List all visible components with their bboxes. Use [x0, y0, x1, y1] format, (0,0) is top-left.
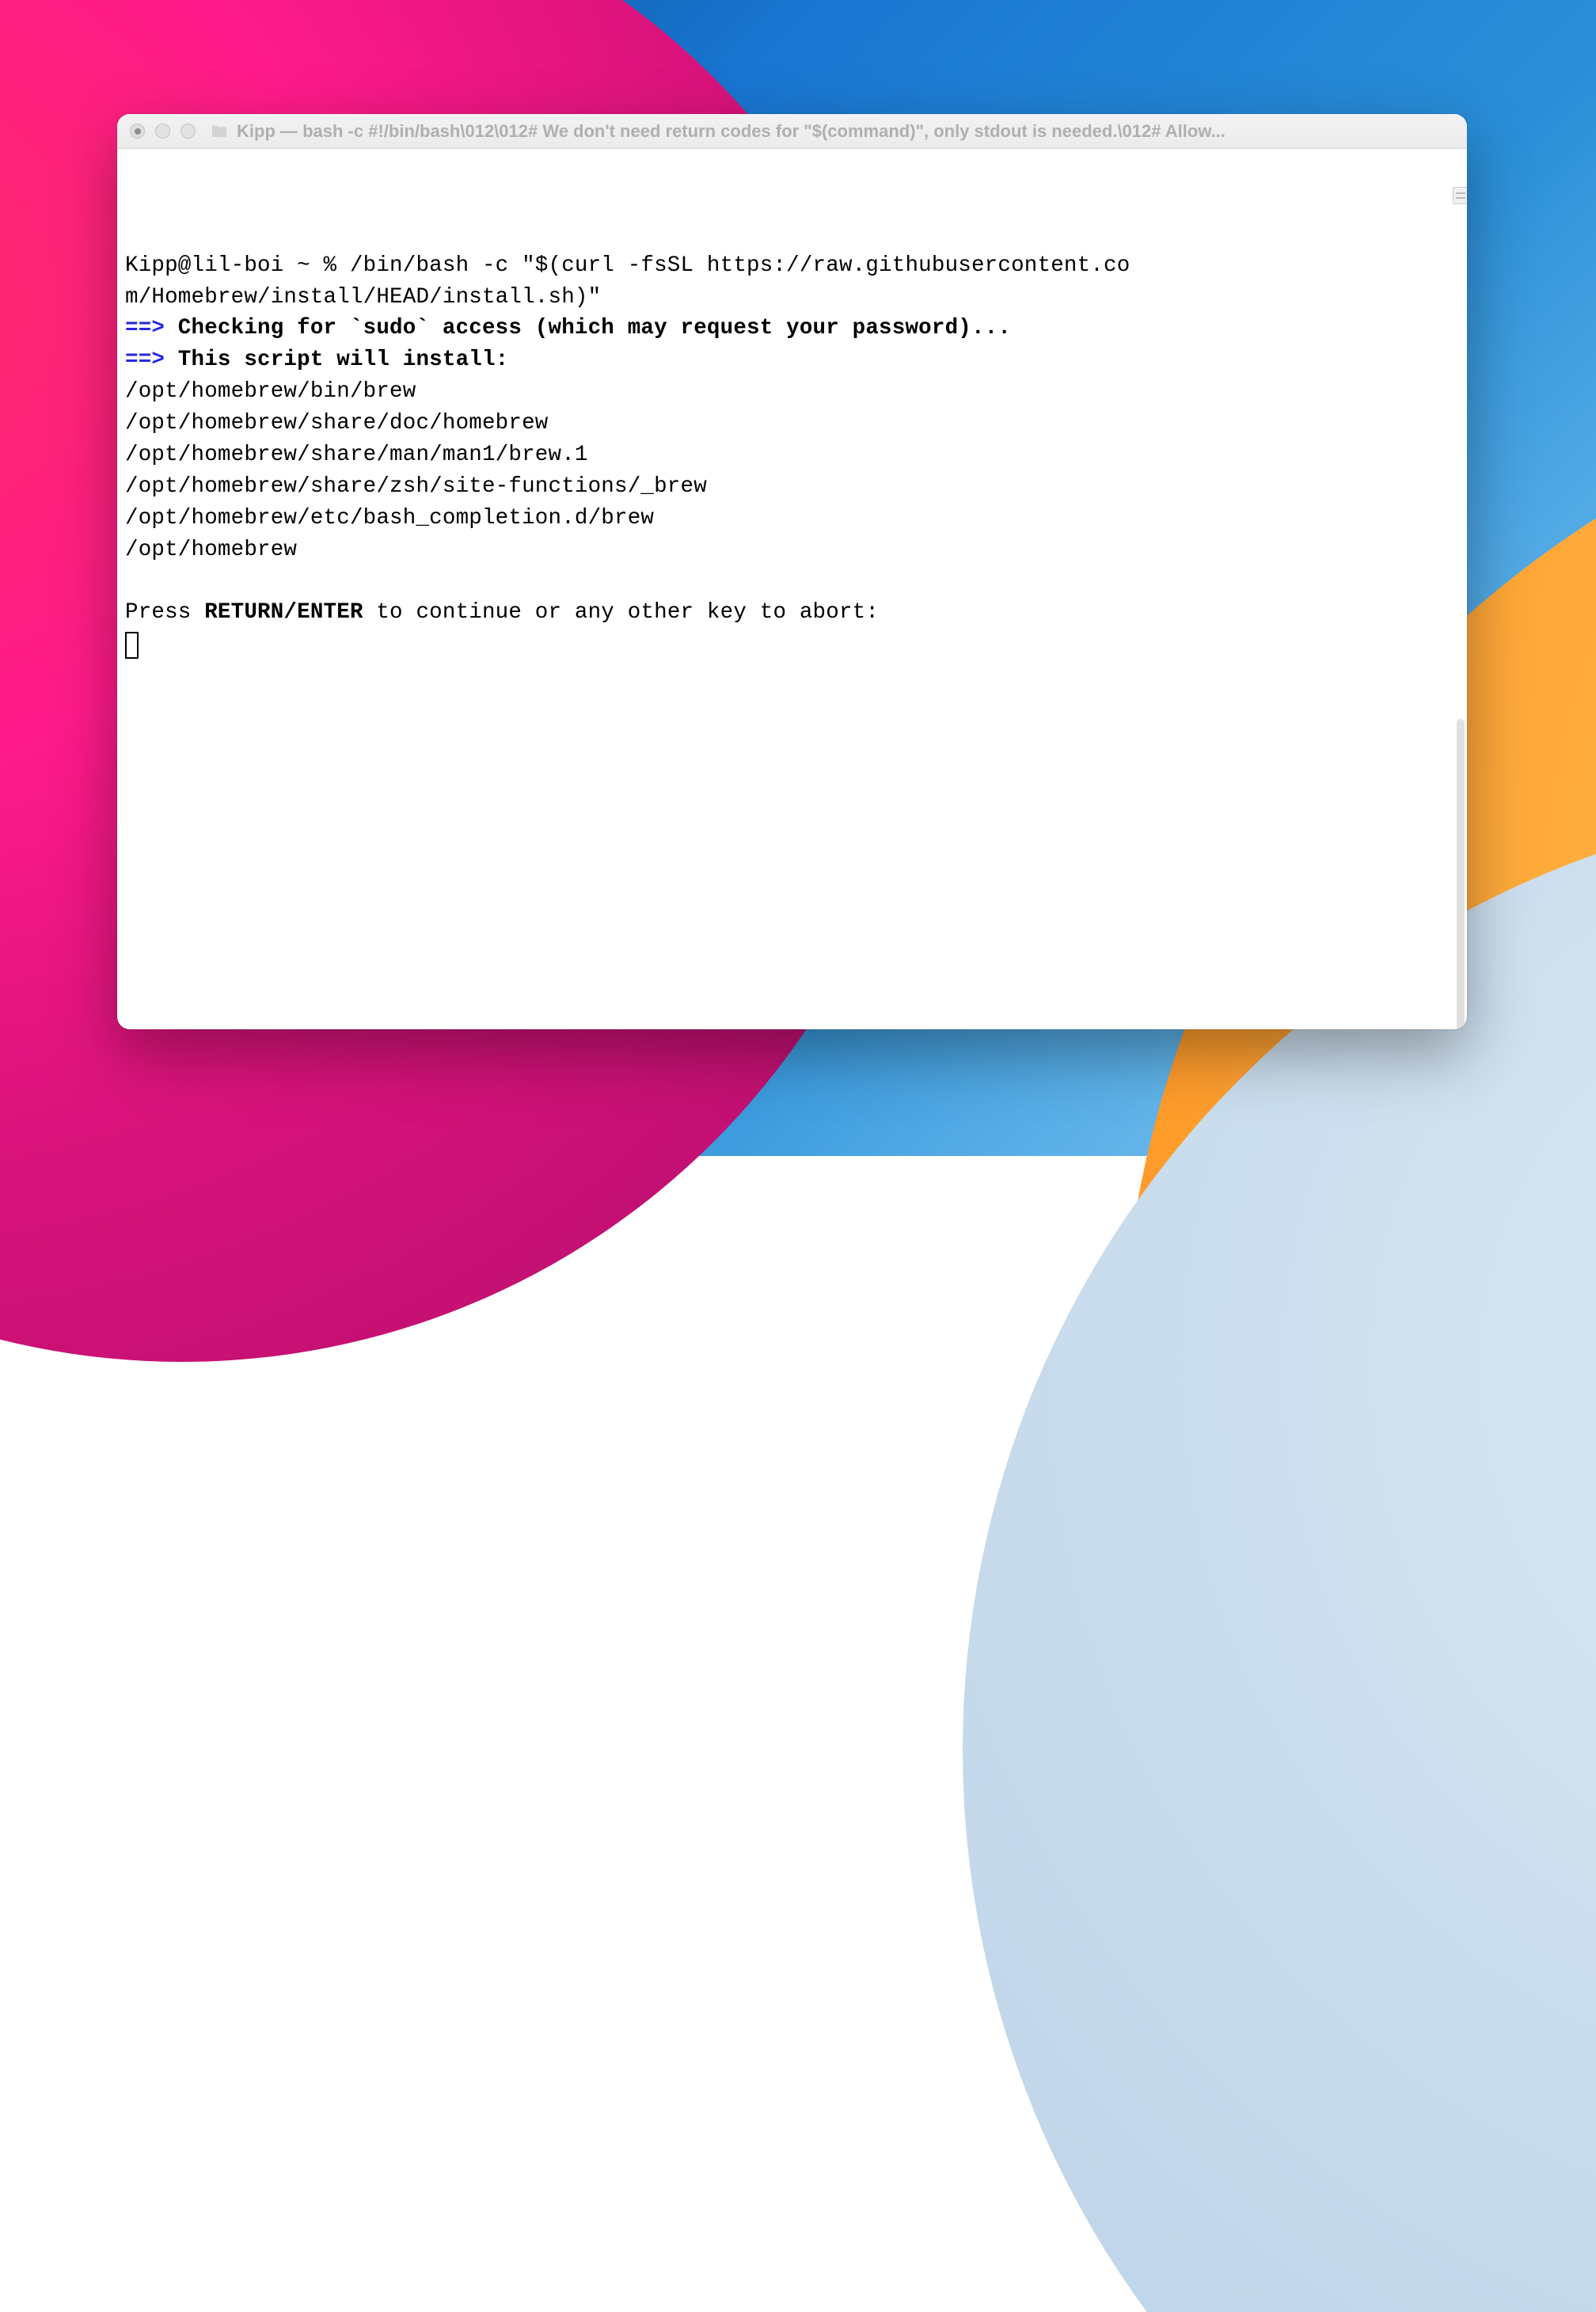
terminal-content[interactable]: Kipp@lil-boi ~ % /bin/bash -c "$(curl -f…: [117, 149, 1467, 1029]
terminal-text: to continue or any other key to abort:: [363, 600, 879, 625]
terminal-text: Press: [125, 600, 204, 625]
folder-icon: [210, 122, 229, 141]
arrow-indicator: ==>: [125, 316, 165, 340]
scrollbar-thumb[interactable]: [1457, 719, 1465, 1029]
terminal-line: Kipp@lil-boi ~ % /bin/bash -c "$(curl -f…: [125, 250, 1457, 282]
terminal-blank-line: [125, 565, 1457, 597]
window-controls: [130, 124, 196, 139]
arrow-indicator: ==>: [125, 348, 165, 372]
terminal-line: /opt/homebrew/share/zsh/site-functions/_…: [125, 471, 1457, 503]
terminal-bold-text: RETURN/ENTER: [204, 600, 363, 625]
terminal-bold-text: Checking for `sudo` access (which may re…: [165, 316, 1011, 340]
terminal-line: /opt/homebrew/share/man/man1/brew.1: [125, 439, 1457, 471]
terminal-line: /opt/homebrew/bin/brew: [125, 376, 1457, 408]
terminal-line: /opt/homebrew/share/doc/homebrew: [125, 408, 1457, 439]
scroll-handle-icon[interactable]: [1453, 187, 1467, 204]
terminal-line: ==> Checking for `sudo` access (which ma…: [125, 313, 1457, 344]
terminal-window: Kipp — bash -c #!/bin/bash\012\012# We d…: [117, 114, 1467, 1029]
terminal-line: ==> This script will install:: [125, 344, 1457, 376]
window-title: Kipp — bash -c #!/bin/bash\012\012# We d…: [237, 121, 1454, 142]
terminal-line: Press RETURN/ENTER to continue or any ot…: [125, 597, 1457, 629]
window-titlebar[interactable]: Kipp — bash -c #!/bin/bash\012\012# We d…: [117, 114, 1467, 149]
terminal-line: /opt/homebrew: [125, 534, 1457, 566]
window-minimize-button[interactable]: [155, 124, 170, 139]
window-maximize-button[interactable]: [180, 124, 196, 139]
terminal-bold-text: This script will install:: [165, 348, 508, 372]
terminal-line: /opt/homebrew/etc/bash_completion.d/brew: [125, 503, 1457, 534]
terminal-cursor: [125, 632, 139, 659]
window-close-button[interactable]: [130, 124, 145, 139]
terminal-line: m/Homebrew/install/HEAD/install.sh)": [125, 282, 1457, 314]
